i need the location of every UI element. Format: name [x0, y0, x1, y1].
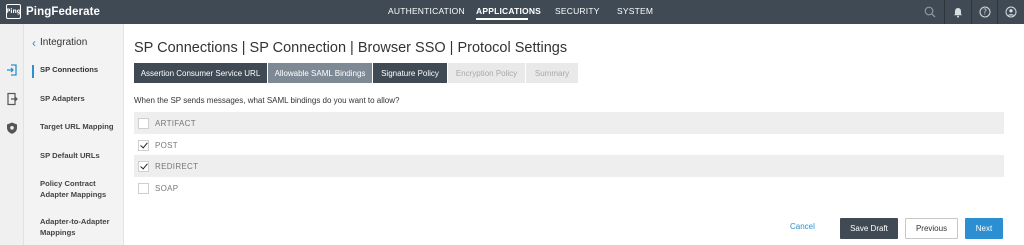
sidebar-selected-marker [32, 65, 34, 78]
tab-signature-policy[interactable]: Signature Policy [373, 63, 447, 83]
binding-label: POST [155, 140, 178, 150]
artifact-checkbox[interactable] [138, 117, 149, 129]
user-icon[interactable] [1001, 3, 1021, 21]
tab-allowable-saml-bindings[interactable]: Allowable SAML Bindings [268, 63, 372, 83]
top-divider [944, 0, 945, 24]
sidebar-back-link[interactable]: ‹ Integration [32, 35, 88, 50]
top-divider [971, 0, 972, 24]
binding-row-redirect: REDIRECT [134, 155, 1004, 177]
sign-out-icon[interactable] [5, 92, 19, 106]
redirect-checkbox[interactable] [138, 160, 149, 172]
shield-icon[interactable] [5, 121, 19, 135]
binding-row-soap: SOAP [134, 177, 1004, 199]
binding-label: SOAP [155, 183, 179, 193]
sidebar-item-target-url-mapping[interactable]: Target URL Mapping [40, 121, 122, 132]
nav-applications[interactable]: APPLICATIONS [476, 6, 541, 16]
ping-logo-mark: Ping [6, 4, 21, 19]
brand-name: PingFederate [26, 5, 101, 18]
sidebar-section-title: Integration [40, 37, 88, 48]
binding-row-artifact: ARTIFACT [134, 112, 1004, 134]
brand-logo[interactable]: Ping PingFederate [6, 4, 100, 19]
binding-row-post: POST [134, 134, 1004, 156]
save-draft-button[interactable]: Save Draft [840, 218, 898, 239]
previous-button[interactable]: Previous [905, 218, 958, 239]
post-checkbox[interactable] [138, 139, 149, 151]
cancel-button[interactable]: Cancel [790, 222, 815, 231]
soap-checkbox[interactable] [138, 182, 149, 194]
bell-icon[interactable] [948, 3, 968, 21]
top-bar: Ping PingFederate AUTHENTICATION APPLICA… [0, 0, 1024, 24]
search-icon[interactable] [920, 3, 940, 21]
nav-authentication[interactable]: AUTHENTICATION [388, 6, 465, 16]
nav-security[interactable]: SECURITY [555, 6, 600, 16]
nav-active-indicator [476, 18, 528, 20]
help-icon[interactable]: ? [975, 3, 995, 21]
nav-system[interactable]: SYSTEM [617, 6, 653, 16]
sidebar: ‹ Integration SP Connections SP Adapters… [24, 24, 124, 245]
sidebar-item-policy-contract-adapter-mappings[interactable]: Policy Contract Adapter Mappings [40, 178, 122, 200]
page-title: SP Connections | SP Connection | Browser… [134, 40, 568, 56]
tab-encryption-policy: Encryption Policy [448, 63, 525, 83]
sidebar-item-adapter-to-adapter-mappings[interactable]: Adapter-to-Adapter Mappings [40, 216, 122, 238]
sidebar-item-sp-default-urls[interactable]: SP Default URLs [40, 150, 122, 161]
next-button[interactable]: Next [965, 218, 1003, 239]
bindings-question: When the SP sends messages, what SAML bi… [134, 96, 400, 105]
svg-text:?: ? [983, 8, 987, 17]
binding-label: ARTIFACT [155, 118, 196, 128]
sidebar-item-sp-connections[interactable]: SP Connections [40, 64, 122, 75]
icon-rail [0, 24, 24, 245]
tab-assertion-consumer-service-url[interactable]: Assertion Consumer Service URL [134, 63, 267, 83]
chevron-left-icon: ‹ [32, 35, 36, 50]
tab-summary: Summary [526, 63, 578, 83]
sidebar-item-sp-adapters[interactable]: SP Adapters [40, 93, 122, 104]
binding-label: REDIRECT [155, 161, 199, 171]
top-divider [997, 0, 998, 24]
sign-in-icon[interactable] [5, 63, 19, 77]
